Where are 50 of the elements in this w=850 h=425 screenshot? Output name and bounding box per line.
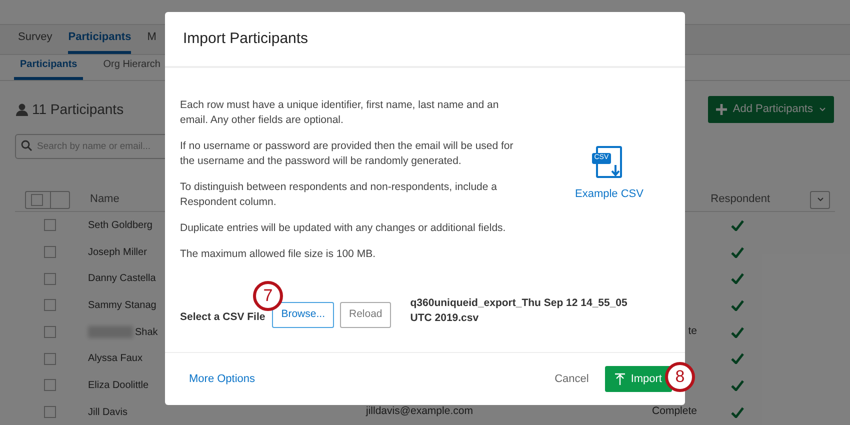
nav-tab[interactable]: M	[147, 28, 156, 54]
row-checkbox[interactable]	[44, 299, 56, 312]
participant-name: Jill Davis	[88, 406, 128, 420]
participant-name: Seth Goldberg	[88, 218, 152, 233]
reload-button[interactable]: Reload	[340, 302, 392, 328]
row-checkbox[interactable]	[44, 406, 56, 418]
cancel-button[interactable]: Cancel	[554, 370, 589, 388]
nav-tab[interactable]: Survey	[18, 28, 52, 54]
status-text: Complete	[651, 404, 697, 420]
participant-name: Danny Castella	[88, 272, 156, 286]
sub-tab[interactable]: Participants	[14, 57, 84, 80]
instruction-text: The maximum allowed file size is 100 MB.	[180, 247, 376, 262]
person-icon	[16, 103, 28, 116]
selected-file-name: q360uniqueid_export_Thu Sep 12 14_55_05 UTC 2019.csv	[410, 296, 628, 326]
email-text: jilldavis@example.com	[366, 404, 474, 420]
plus-icon	[716, 104, 727, 115]
row-checkbox[interactable]	[44, 352, 56, 365]
column-header: Name	[90, 192, 120, 208]
participant-name: Eliza Doolittle	[88, 378, 149, 393]
column-menu-button[interactable]	[810, 190, 830, 208]
column-header: Respondent	[710, 192, 770, 208]
upload-icon	[614, 373, 625, 385]
row-checkbox[interactable]	[44, 219, 56, 232]
instruction-text: To distinguish between respondents and non-respondents, include a Respondent column.	[180, 180, 498, 210]
step-callout: 8	[665, 362, 695, 392]
instruction-text: Each row must have a unique identifier, first name, last name and an email. Any other fields are optional.	[180, 98, 500, 128]
step-callout: 7	[253, 281, 283, 311]
participants-count: 11 Participants	[32, 100, 124, 119]
dialog-title: Import Participants	[183, 28, 308, 49]
import-button[interactable]: Import	[604, 366, 672, 392]
instruction-text: Duplicate entries will be updated with any changes or additional fields.	[180, 221, 507, 236]
row-checkbox[interactable]	[44, 272, 56, 285]
participant-name: Alyssa Faux	[88, 352, 142, 366]
participant-name: Joseph Miller	[88, 246, 147, 260]
row-checkbox[interactable]	[44, 246, 56, 258]
sub-tab[interactable]: Org Hierarch	[97, 57, 166, 80]
search-icon	[21, 140, 32, 151]
example-csv-link[interactable]: Example CSV	[575, 186, 644, 202]
participant-name: Shak	[135, 326, 158, 340]
caret-icon	[816, 197, 824, 202]
row-checkbox[interactable]	[44, 326, 56, 338]
file-label: Select a CSV File	[180, 310, 266, 325]
caret-icon	[819, 107, 826, 112]
status-text: te	[687, 324, 697, 340]
add-participants-button[interactable]: Add Participants	[708, 96, 834, 123]
participant-name: Sammy Stanag	[88, 298, 156, 313]
nav-tab[interactable]: Participants	[68, 28, 132, 54]
more-options-link[interactable]: More Options	[189, 370, 256, 388]
select-all-checkbox[interactable]	[25, 190, 70, 208]
row-checkbox[interactable]	[44, 379, 56, 392]
